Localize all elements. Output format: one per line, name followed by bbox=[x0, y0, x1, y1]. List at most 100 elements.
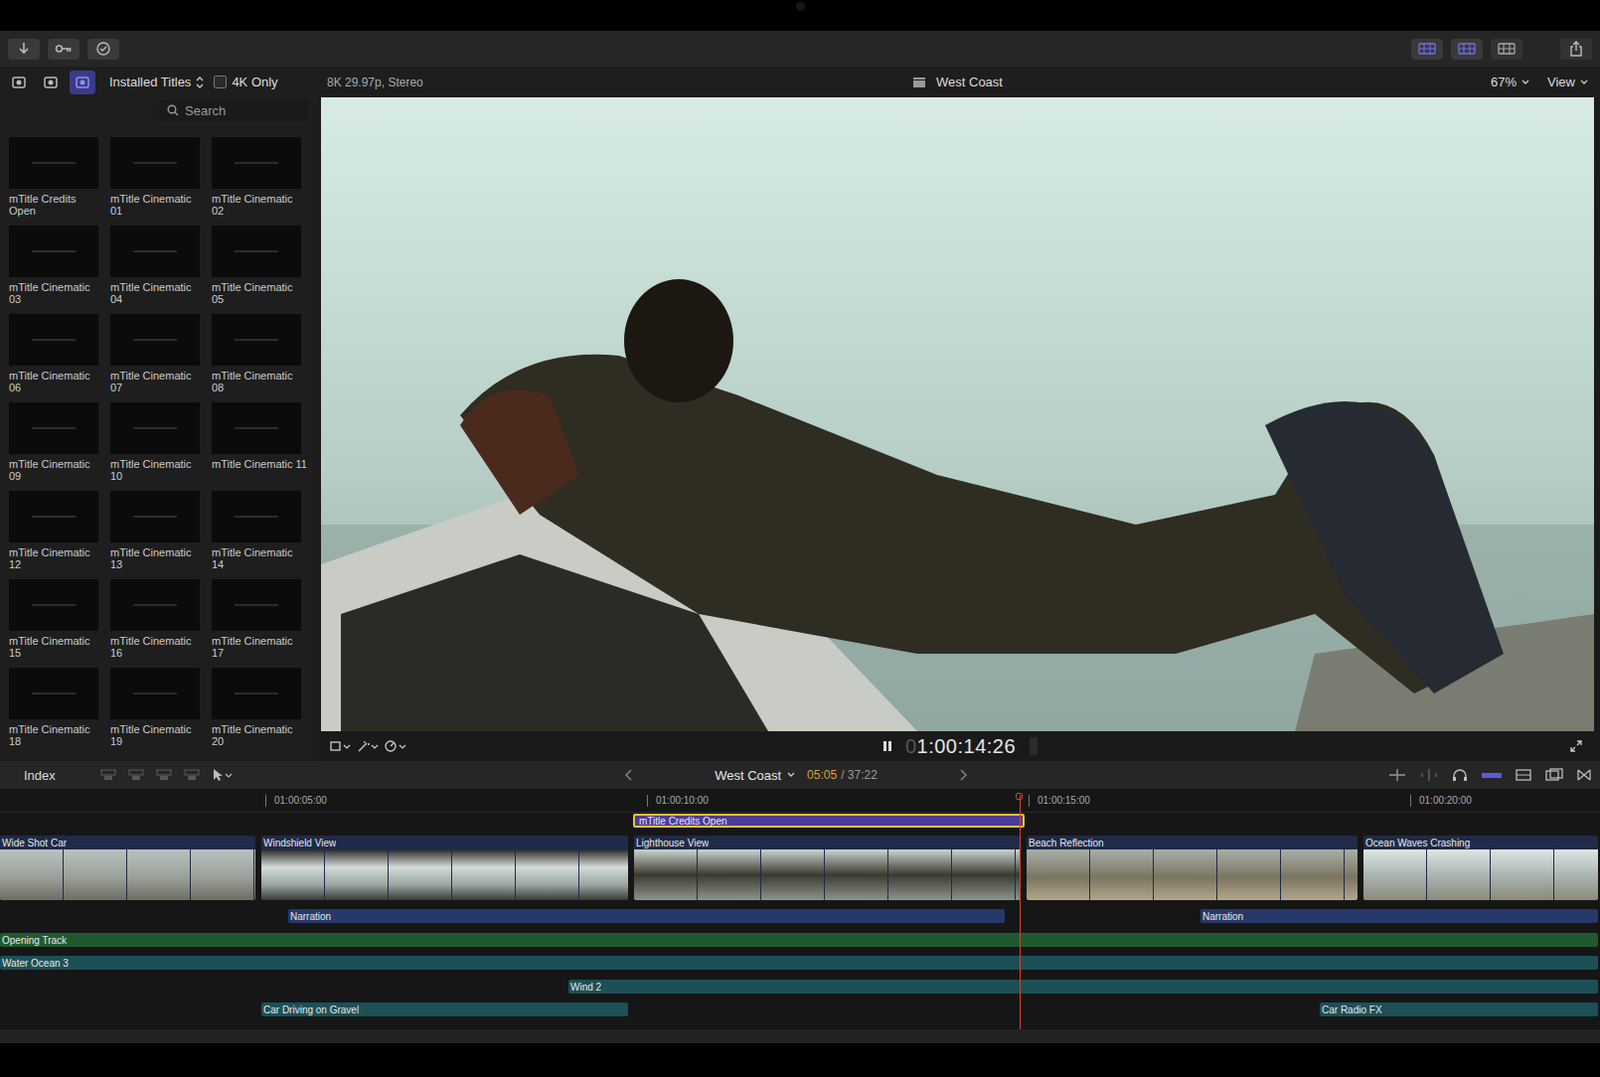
wand-icon bbox=[356, 740, 379, 753]
clip-appearance-icon[interactable] bbox=[1514, 768, 1533, 783]
filmstrip bbox=[1026, 849, 1358, 901]
view-toggle-button[interactable] bbox=[1450, 38, 1483, 60]
import-button[interactable] bbox=[7, 38, 40, 60]
transform-button[interactable] bbox=[328, 736, 351, 757]
library-tab[interactable] bbox=[37, 70, 64, 95]
audio-clip[interactable]: Narration bbox=[1200, 909, 1599, 924]
title-item[interactable]: mTitle Cinematic 13 bbox=[110, 490, 206, 571]
share-button[interactable] bbox=[1560, 38, 1593, 60]
4k-only-checkbox[interactable]: 4K Only bbox=[213, 74, 278, 90]
title-item[interactable]: mTitle Cinematic 03 bbox=[8, 225, 105, 306]
edit-tool-icon[interactable] bbox=[127, 768, 146, 783]
zoom-menu[interactable]: 67% bbox=[1490, 74, 1530, 90]
bottom-bar bbox=[0, 1029, 1600, 1077]
video-clip[interactable]: Ocean Waves Crashing bbox=[1363, 835, 1599, 901]
title-item[interactable]: mTitle Cinematic 09 bbox=[8, 402, 105, 482]
titles-dropdown[interactable]: Installed Titles bbox=[109, 74, 204, 90]
view-menu[interactable]: View bbox=[1547, 74, 1589, 90]
title-item[interactable]: mTitle Cinematic 05 bbox=[211, 225, 308, 306]
title-item[interactable]: mTitle Cinematic 14 bbox=[211, 490, 308, 571]
view-toggle-button[interactable] bbox=[1490, 38, 1523, 60]
magnifier-icon bbox=[166, 104, 179, 117]
playhead[interactable] bbox=[1019, 795, 1021, 1030]
title-thumbnail bbox=[8, 402, 99, 455]
title-item[interactable]: mTitle Cinematic 07 bbox=[110, 314, 206, 394]
title-item[interactable]: mTitle Cinematic 02 bbox=[211, 137, 308, 217]
video-clip[interactable]: Lighthouse View bbox=[634, 835, 1021, 901]
title-item[interactable]: mTitle Cinematic 08 bbox=[211, 314, 308, 394]
chevron-down-icon bbox=[1521, 79, 1530, 86]
title-item[interactable]: mTitle Cinematic 11 bbox=[211, 402, 308, 482]
transitions-icon[interactable] bbox=[1576, 768, 1593, 783]
background-tasks-button[interactable] bbox=[87, 38, 120, 60]
audio-clip[interactable]: Narration bbox=[288, 909, 1005, 924]
title-item[interactable]: mTitle Cinematic 16 bbox=[110, 579, 206, 659]
ruler-tick: 01:00:05:00 bbox=[265, 795, 267, 807]
title-item[interactable]: mTitle Cinematic 12 bbox=[8, 490, 105, 571]
expand-icon bbox=[1570, 740, 1583, 753]
edit-tool-icon[interactable] bbox=[155, 768, 173, 783]
title-thumbnail bbox=[211, 490, 302, 543]
library-tab[interactable] bbox=[69, 70, 96, 95]
timeline-ruler: 01:00:05:0001:00:10:0001:00:15:0001:00:2… bbox=[0, 789, 1600, 813]
viewer: 01:00:14:26 bbox=[319, 97, 1600, 762]
video-frame bbox=[320, 97, 1595, 732]
skimming-icon[interactable] bbox=[1387, 768, 1408, 783]
video-clip[interactable]: Wide Shot Car bbox=[0, 835, 256, 901]
title-item[interactable]: mTitle Cinematic 06 bbox=[8, 314, 105, 394]
select-tool-icon[interactable] bbox=[210, 768, 233, 783]
audio-clip[interactable]: Opening Track bbox=[0, 933, 1599, 948]
headphones-icon[interactable] bbox=[1450, 768, 1469, 783]
layout-icon bbox=[1418, 42, 1437, 55]
edit-tool-icon[interactable] bbox=[99, 768, 118, 783]
title-item[interactable]: mTitle Cinematic 04 bbox=[110, 225, 206, 306]
title-thumbnail bbox=[211, 225, 302, 278]
ruler-tick: 01:00:10:00 bbox=[646, 795, 648, 807]
search-field[interactable]: Search bbox=[159, 99, 310, 122]
edit-tool-icon[interactable] bbox=[182, 768, 201, 783]
video-clip[interactable]: Windshield View bbox=[261, 835, 629, 901]
title-thumbnail bbox=[110, 225, 200, 278]
title-item[interactable]: mTitle Cinematic 10 bbox=[110, 402, 206, 482]
forward-arrow-icon[interactable] bbox=[959, 769, 967, 782]
title-thumbnail bbox=[8, 667, 99, 720]
checkbox-box[interactable] bbox=[213, 75, 227, 89]
pause-icon bbox=[882, 740, 893, 753]
transform-icon bbox=[328, 740, 351, 753]
title-item[interactable]: mTitle Cinematic 19 bbox=[110, 667, 206, 748]
title-item[interactable]: mTitle Cinematic 20 bbox=[211, 667, 308, 748]
title-thumbnail bbox=[211, 314, 302, 366]
audio-clip[interactable]: Water Ocean 3 bbox=[0, 956, 1599, 970]
title-item[interactable]: mTitle Cinematic 17 bbox=[211, 579, 308, 659]
title-item[interactable]: mTitle Cinematic 15 bbox=[8, 579, 105, 659]
final-cut-window: Installed Titles4K Only8K 29.97p, Stereo… bbox=[0, 0, 1600, 1077]
index-button[interactable]: Index bbox=[0, 761, 70, 790]
filmstrip bbox=[261, 849, 629, 901]
project-menu[interactable]: West Coast bbox=[714, 768, 796, 784]
title-item[interactable]: mTitle Cinematic 01 bbox=[110, 137, 206, 217]
audio-clip[interactable]: Wind 2 bbox=[568, 979, 1599, 994]
title-thumbnail bbox=[211, 579, 302, 632]
timecode-display: 01:00:14:26 bbox=[905, 735, 1016, 759]
title-clip[interactable]: mTitle Credits Open bbox=[633, 813, 1025, 828]
keywords-button[interactable] bbox=[47, 38, 80, 60]
title-thumbnail bbox=[211, 667, 302, 720]
audio-clip[interactable]: Car Radio FX bbox=[1319, 1002, 1599, 1017]
media-icon bbox=[74, 74, 91, 91]
speed-button[interactable] bbox=[384, 736, 407, 757]
key-icon bbox=[54, 42, 73, 55]
enhance-button[interactable] bbox=[356, 736, 379, 757]
play-pause-button[interactable] bbox=[877, 736, 898, 757]
snapping-icon[interactable] bbox=[1480, 768, 1503, 783]
fullscreen-button[interactable] bbox=[1566, 736, 1587, 757]
view-toggle-button[interactable] bbox=[1411, 38, 1443, 60]
back-arrow-icon[interactable] bbox=[625, 769, 634, 782]
window-icon[interactable] bbox=[1544, 768, 1565, 783]
title-item[interactable]: mTitle Cinematic 18 bbox=[8, 667, 105, 748]
title-item[interactable]: mTitle Credits Open bbox=[8, 137, 105, 217]
audio-skimming-icon[interactable] bbox=[1419, 768, 1440, 783]
library-tab[interactable] bbox=[5, 70, 32, 95]
video-clip[interactable]: Beach Reflection bbox=[1026, 835, 1358, 901]
title-thumbnail bbox=[8, 137, 99, 189]
audio-clip[interactable]: Car Driving on Gravel bbox=[261, 1002, 629, 1017]
